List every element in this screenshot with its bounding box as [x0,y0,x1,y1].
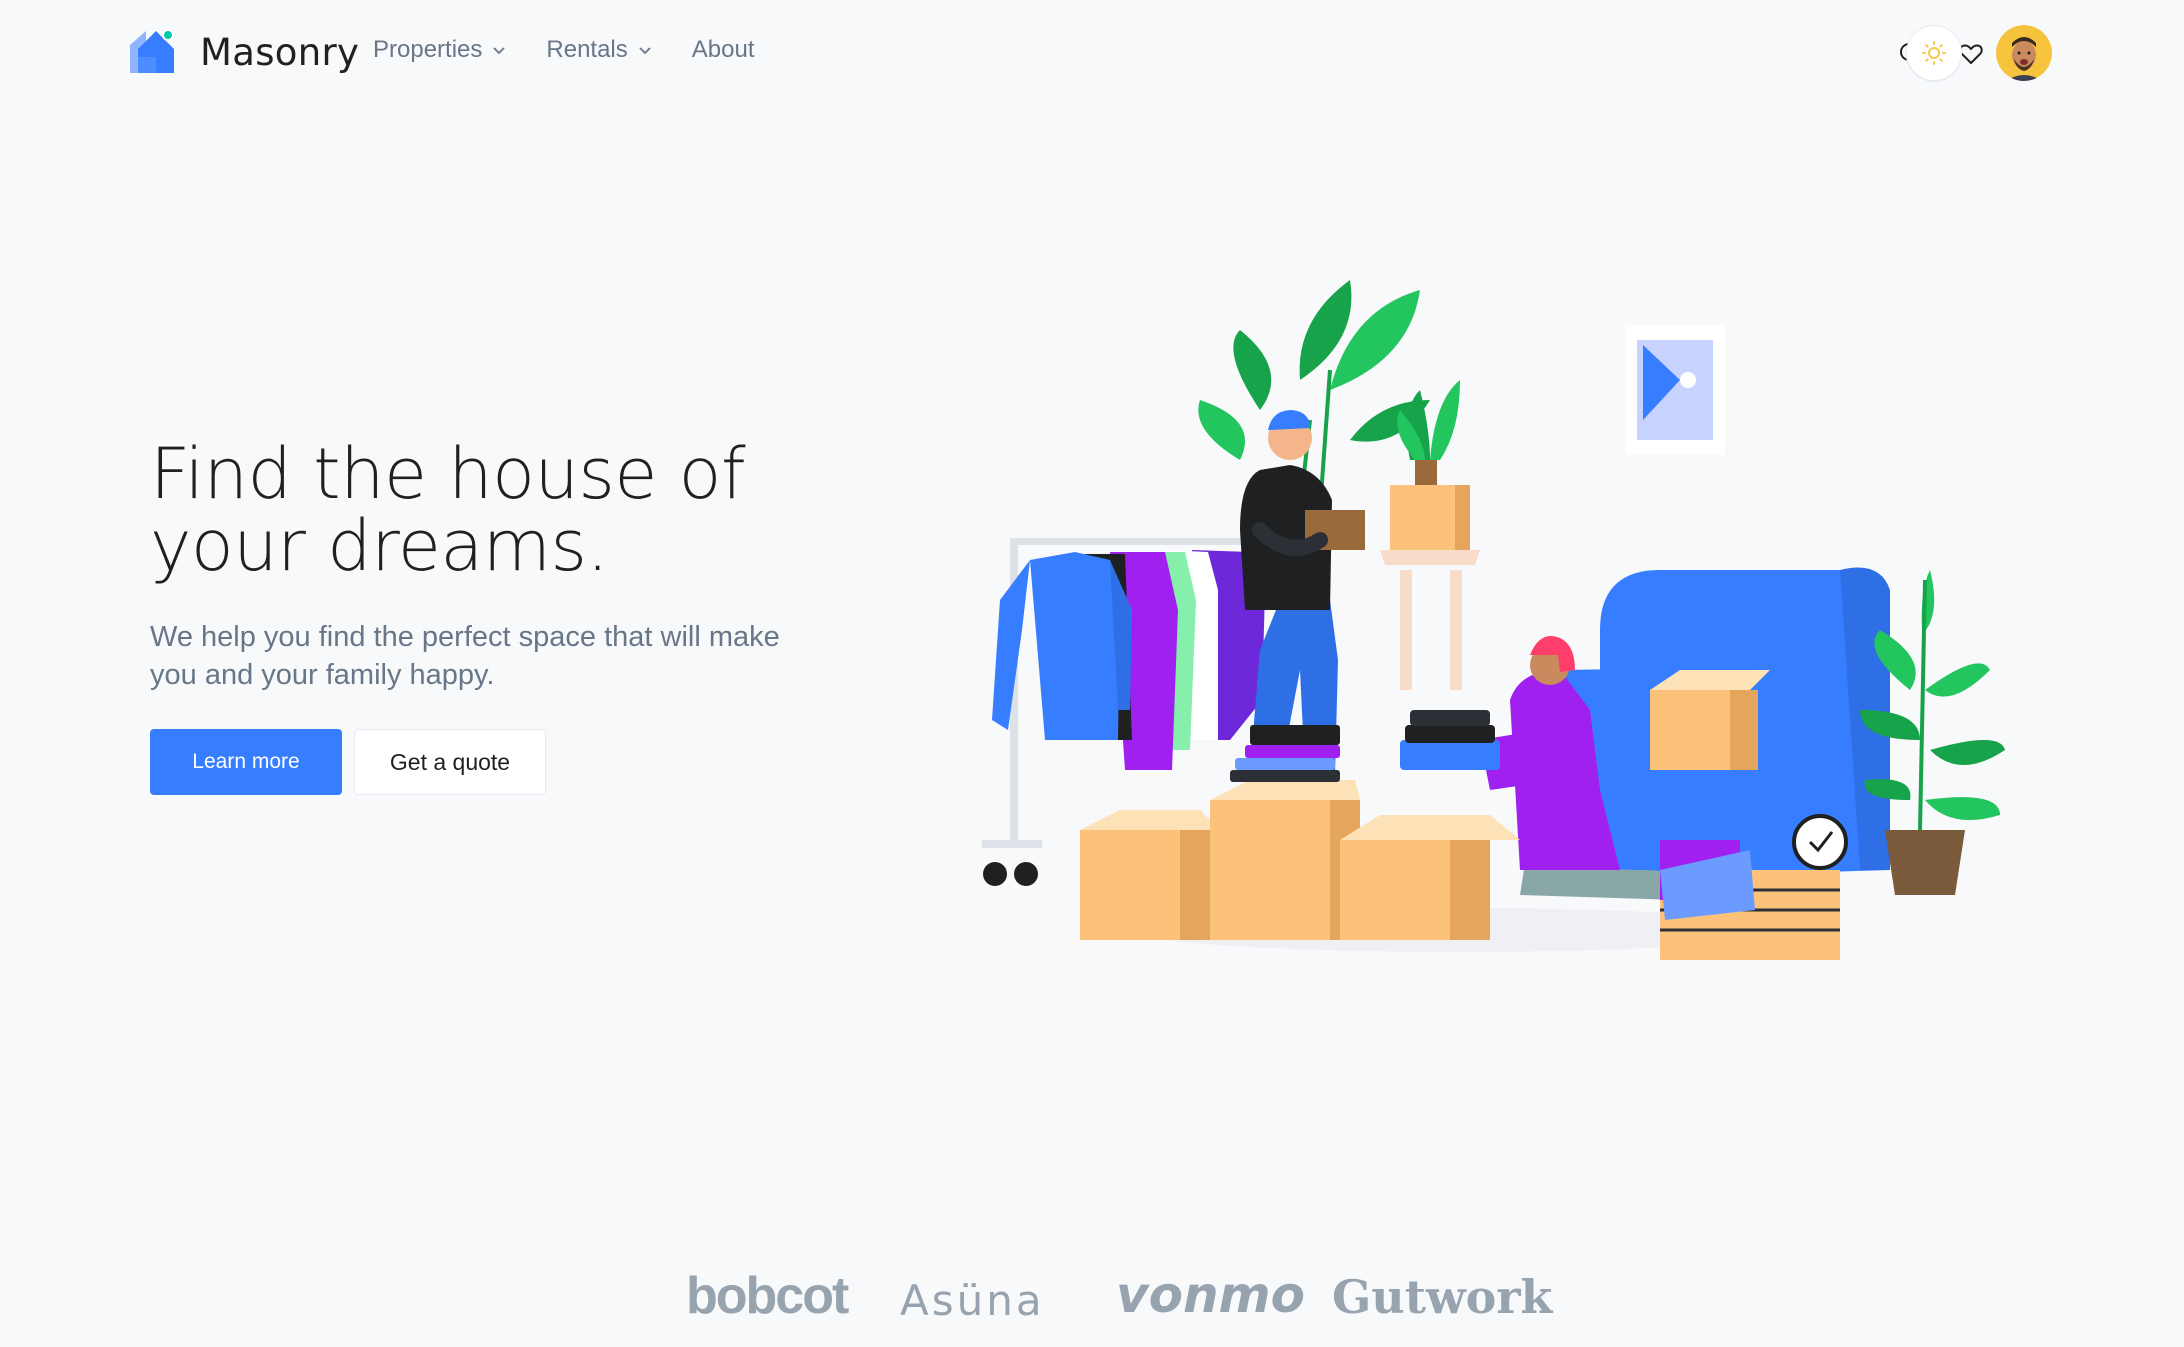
get-a-quote-button[interactable]: Get a quote [354,729,546,795]
nav-item-about[interactable]: About [692,36,755,64]
theme-toggle-button[interactable] [1906,25,1962,81]
logo-text: Masonry [200,30,360,74]
brand-logo[interactable]: Masonry [130,27,359,77]
partner-logo-bobcot: bobcot [686,1267,849,1325]
partner-logo-gutwork: Gutwork [1332,1270,1553,1324]
chevron-down-icon [639,47,651,55]
nav-item-label: About [691,36,755,63]
nav-item-label: Rentals [546,36,628,63]
man-figure [1240,410,1365,775]
house-logo-icon [130,29,174,73]
learn-more-button[interactable]: Learn more [150,729,342,795]
avatar-image [1996,25,2052,81]
hero-subtitle: We help you find the perfect space that … [150,621,780,691]
nav-item-properties[interactable]: Properties [373,36,506,64]
partner-logo-asuna: Asüna [900,1276,1045,1325]
chevron-down-icon [493,47,506,55]
site-header: Masonry Properties Rentals About [0,0,2184,106]
main-nav: Properties Rentals About [373,36,794,64]
moving-illustration [982,280,2005,960]
nav-item-rentals[interactable]: Rentals [546,36,651,64]
wall-picture [1625,325,1725,455]
user-avatar[interactable] [1996,25,2052,81]
hero-title: Find the house of your dreams. [150,433,746,587]
sun-icon [1922,41,1946,65]
partner-logo-vonmo: vonmo [1116,1266,1305,1324]
nav-item-label: Properties [373,36,483,63]
